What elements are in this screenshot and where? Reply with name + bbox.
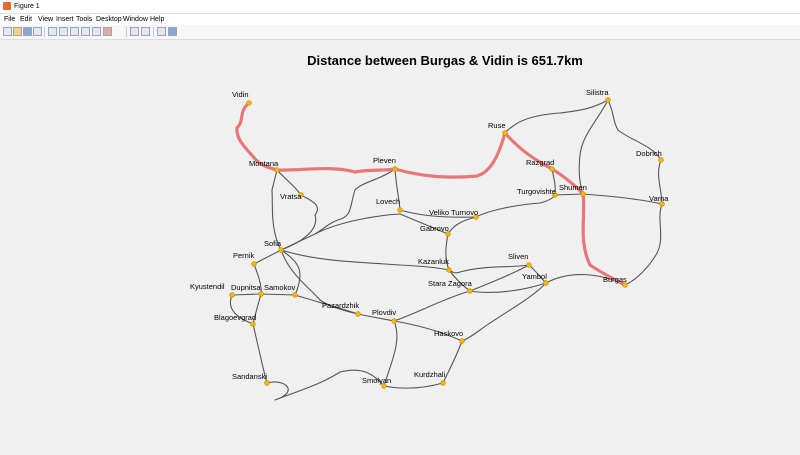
- city-label: Pazardzhik: [322, 301, 360, 310]
- city-label: Dupnitsa: [231, 283, 261, 292]
- road-segment: [447, 216, 477, 235]
- city-node: [251, 261, 257, 267]
- city-label: Stara Zagora: [428, 279, 472, 288]
- city-label: Gabrovo: [420, 224, 449, 233]
- city-node: [264, 380, 270, 386]
- road-network-map: [229, 97, 665, 401]
- city-node: [580, 191, 586, 197]
- road-segment: [260, 293, 296, 296]
- road-segment: [231, 293, 262, 296]
- road-segment: [271, 169, 282, 251]
- city-label: Burgas: [603, 275, 627, 284]
- city-node: [391, 318, 397, 324]
- city-label: Varna: [649, 194, 669, 203]
- city-label: Lovech: [376, 197, 401, 206]
- road-segment: [383, 382, 444, 389]
- road-segment: [504, 99, 609, 134]
- city-label: Sliven: [508, 252, 529, 261]
- road-segment: [448, 264, 530, 274]
- city-node: [292, 292, 298, 298]
- city-label: Vratsa: [280, 192, 302, 201]
- city-label: Haskovo: [434, 329, 464, 338]
- city-label: Razgrad: [526, 158, 555, 167]
- road-segment: [393, 290, 471, 322]
- city-label: Samokov: [264, 283, 296, 292]
- city-label: Kazanluk: [418, 257, 449, 266]
- road-segment: [582, 193, 626, 286]
- city-label: Dobrich: [636, 149, 662, 158]
- road-segment: [475, 194, 556, 218]
- city-node: [258, 291, 264, 297]
- road-segment: [266, 369, 385, 401]
- city-node: [467, 288, 473, 294]
- city-label: Smolyan: [362, 376, 392, 385]
- city-label: Blagoevgrad: [214, 313, 257, 322]
- city-label: Turgovishte: [517, 187, 556, 196]
- city-node: [392, 166, 398, 172]
- city-label: Shumen: [559, 183, 587, 192]
- city-node: [440, 380, 446, 386]
- city-label: Yambol: [522, 272, 547, 281]
- city-label: Vidin: [232, 90, 249, 99]
- city-label: Sofia: [264, 239, 282, 248]
- city-node: [246, 100, 252, 106]
- city-node: [502, 130, 508, 136]
- city-label: Plovdiv: [372, 308, 397, 317]
- city-node: [355, 311, 361, 317]
- shortest-route-segment: [275, 166, 397, 174]
- city-label: Ruse: [488, 121, 506, 130]
- city-label: Silistra: [586, 88, 609, 97]
- city-node: [658, 157, 664, 163]
- city-node: [446, 267, 452, 273]
- city-node: [549, 166, 555, 172]
- road-segment: [469, 282, 547, 293]
- city-node: [250, 321, 256, 327]
- city-label: Pernik: [233, 251, 255, 260]
- city-label: Kurdzhali: [414, 370, 446, 379]
- road-segment: [554, 193, 584, 196]
- city-label: Sandanski: [232, 372, 268, 381]
- city-node: [229, 292, 235, 298]
- city-node: [605, 97, 611, 103]
- city-node: [526, 262, 532, 268]
- city-node: [459, 338, 465, 344]
- city-node: [543, 280, 549, 286]
- city-label: Pleven: [373, 156, 396, 165]
- road-segment: [253, 249, 282, 265]
- road-segment: [624, 203, 663, 286]
- road-segment: [578, 99, 609, 195]
- shortest-route-segment: [393, 131, 507, 179]
- city-node: [397, 207, 403, 213]
- road-segment: [442, 340, 463, 384]
- city-label: Veliko Turnovo: [429, 208, 479, 217]
- road-segment: [280, 233, 316, 251]
- city-label: Montana: [249, 159, 279, 168]
- city-label: Kyustendil: [190, 282, 225, 291]
- figure-title: Distance between Burgas & Vidin is 651.7…: [307, 53, 583, 68]
- city-node: [274, 167, 280, 173]
- city-node: [278, 247, 284, 253]
- shortest-route-segment: [581, 192, 627, 287]
